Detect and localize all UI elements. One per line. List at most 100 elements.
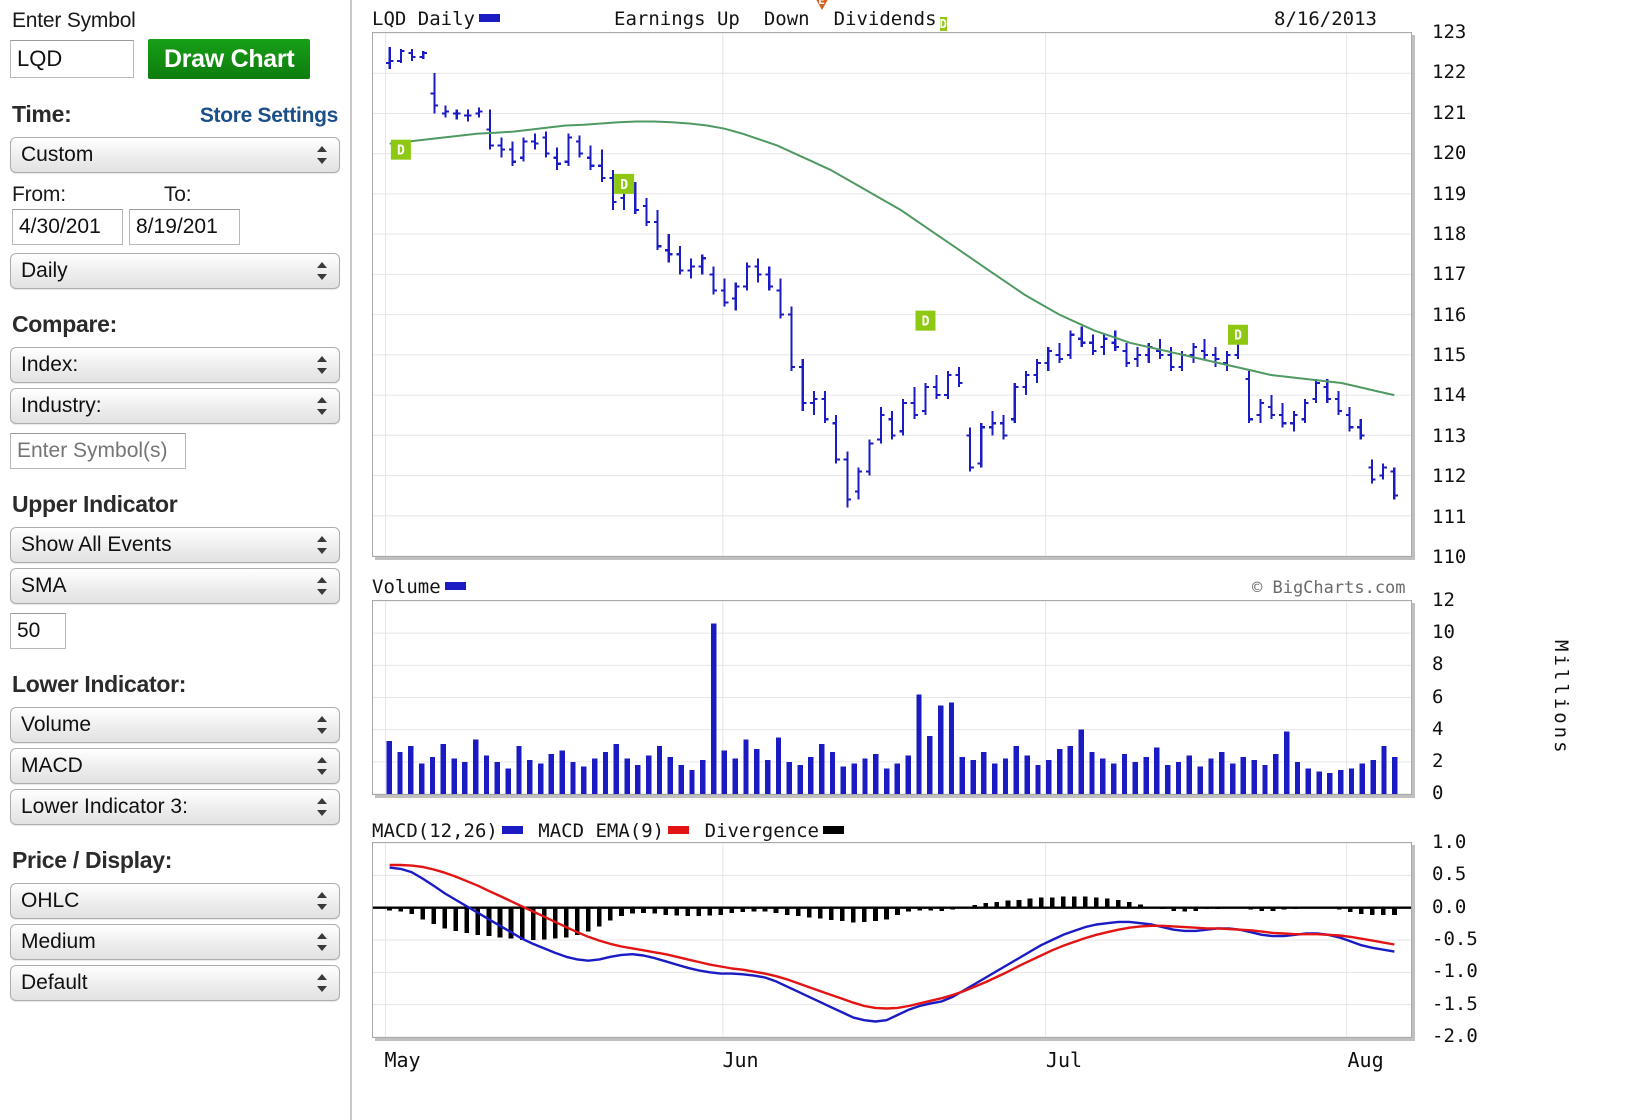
earnings-up-icon: E xyxy=(742,10,761,48)
chart-date: 8/16/2013 xyxy=(1274,8,1377,30)
divergence-swatch xyxy=(822,826,844,834)
fromto-inputs xyxy=(12,209,340,245)
upper-ma-select[interactable]: SMA xyxy=(10,568,340,604)
volume-panel-title: Volume xyxy=(372,576,441,598)
price-display-heading: Price / Display: xyxy=(12,847,173,873)
lower-indicator-1-value: Volume xyxy=(21,713,92,736)
chart-style-select[interactable]: Default xyxy=(10,965,340,1001)
volume-axis-title: Millions xyxy=(1550,640,1572,756)
svg-text:D: D xyxy=(397,144,405,159)
price-y-axis: 110 111 112 113 114 115 116 117 118 119 120 121 122 1… xyxy=(1432,21,1502,568)
time-section-header: Time: Store Settings xyxy=(12,101,338,128)
chevron-updown-icon xyxy=(317,972,328,994)
earnings-down-label: Down xyxy=(763,8,810,30)
upper-events-select[interactable]: Show All Events xyxy=(10,527,340,563)
lower-indicator-2-value: MACD xyxy=(21,754,83,777)
axis-tick-label: 0 xyxy=(1432,782,1444,804)
axis-tick-label: 2 xyxy=(1432,749,1444,772)
volume-series-swatch xyxy=(444,582,466,590)
compare-heading: Compare: xyxy=(12,311,117,337)
price-panel-title: LQD Daily xyxy=(372,8,475,30)
chart-size-select[interactable]: Medium xyxy=(10,924,340,960)
svg-text:D: D xyxy=(1234,329,1242,344)
time-range-select[interactable]: Custom xyxy=(10,137,340,173)
axis-tick-label: -2.0 xyxy=(1432,1025,1478,1047)
frequency-select[interactable]: Daily xyxy=(10,253,340,289)
settings-sidebar: Enter Symbol Draw Chart Time: Store Sett… xyxy=(0,0,352,1120)
divergence-label: Divergence xyxy=(704,820,819,842)
frequency-value: Daily xyxy=(21,259,68,282)
compare-industry-select[interactable]: Industry: xyxy=(10,388,340,424)
lower-indicator-1-select[interactable]: Volume xyxy=(10,707,340,743)
earnings-down-icon: E xyxy=(812,0,831,32)
axis-tick-label: 121 xyxy=(1432,101,1467,124)
chevron-updown-icon xyxy=(317,714,328,736)
price-panel-header: LQD Daily xyxy=(372,8,504,30)
axis-tick-label: 113 xyxy=(1432,424,1467,447)
axis-tick-label: 12 xyxy=(1432,589,1455,611)
draw-chart-button[interactable]: Draw Chart xyxy=(148,39,311,79)
axis-tick-label: 1.0 xyxy=(1432,831,1467,853)
lower-indicator-2-select[interactable]: MACD xyxy=(10,748,340,784)
dividend-icon: D xyxy=(939,11,947,33)
chart-style-value: Default xyxy=(21,971,88,994)
earnings-down-glyph: E xyxy=(818,0,825,7)
axis-tick-label: 122 xyxy=(1432,61,1467,84)
volume-y-axis: 0 2 4 6 8 10 12 xyxy=(1432,589,1502,804)
to-date-input[interactable] xyxy=(129,209,240,245)
to-label: To: xyxy=(164,183,192,206)
volume-panel-header: Volume xyxy=(372,576,470,598)
lower-indicator-3-value: Lower Indicator 3: xyxy=(21,795,188,818)
axis-tick-label: 117 xyxy=(1432,263,1467,286)
price-type-select[interactable]: OHLC xyxy=(10,883,340,919)
price-plot[interactable]: D D D D xyxy=(372,32,1412,557)
lower-indicator-3-select[interactable]: Lower Indicator 3: xyxy=(10,789,340,825)
symbol-row: Draw Chart xyxy=(10,39,340,79)
fromto-labels: From: To: xyxy=(12,183,340,207)
chevron-updown-icon xyxy=(317,395,328,417)
price-series-swatch xyxy=(478,14,500,22)
earnings-up-label: Earnings Up xyxy=(614,8,740,30)
chevron-updown-icon xyxy=(317,931,328,953)
x-axis-tick-label: Jun xyxy=(722,1048,759,1072)
chevron-updown-icon xyxy=(317,260,328,282)
compare-index-value: Index: xyxy=(21,353,79,376)
dividends-label: Dividends xyxy=(833,8,937,30)
axis-tick-label: 110 xyxy=(1432,546,1467,568)
axis-tick-label: 10 xyxy=(1432,621,1455,644)
earnings-up-glyph: E xyxy=(748,14,756,27)
macd-plot[interactable] xyxy=(372,842,1412,1038)
macd-ema-label: MACD EMA(9) xyxy=(538,820,665,842)
store-settings-link[interactable]: Store Settings xyxy=(200,104,338,128)
axis-tick-label: -0.5 xyxy=(1432,928,1478,950)
axis-tick-label: -1.0 xyxy=(1432,960,1478,983)
axis-tick-label: 111 xyxy=(1432,505,1467,528)
macd-y-axis: 1.0 0.5 0.0 -0.5 -1.0 -1.5 -2.0 xyxy=(1432,831,1512,1047)
events-legend: Earnings Up E Down E Dividends D xyxy=(614,0,950,48)
macd-ema-swatch xyxy=(668,826,690,834)
chevron-updown-icon xyxy=(317,575,328,597)
price-type-value: OHLC xyxy=(21,889,80,912)
axis-tick-label: 0.5 xyxy=(1432,863,1467,886)
time-range-value: Custom xyxy=(21,143,94,166)
chevron-updown-icon xyxy=(317,890,328,912)
sma-period-input[interactable] xyxy=(10,613,66,649)
axis-tick-label: 118 xyxy=(1432,222,1467,245)
axis-tick-label: 6 xyxy=(1432,685,1444,708)
chart-area: LQD Daily Earnings Up E Down E Dividends D 8/… xyxy=(354,0,1644,1120)
from-label: From: xyxy=(12,183,66,206)
upper-events-value: Show All Events xyxy=(21,533,172,556)
symbol-input[interactable] xyxy=(10,40,134,78)
compare-industry-value: Industry: xyxy=(21,394,102,417)
from-date-input[interactable] xyxy=(12,209,123,245)
x-axis-tick-label: May xyxy=(384,1048,421,1072)
chevron-updown-icon xyxy=(317,144,328,166)
compare-index-select[interactable]: Index: xyxy=(10,347,340,383)
axis-tick-label: 115 xyxy=(1432,344,1467,367)
volume-plot[interactable] xyxy=(372,600,1412,795)
macd-label: MACD(12,26) xyxy=(372,820,498,842)
axis-tick-label: 119 xyxy=(1432,182,1467,205)
upper-indicator-heading: Upper Indicator xyxy=(12,491,178,517)
lower-indicator-heading: Lower Indicator: xyxy=(12,671,187,697)
compare-symbols-input[interactable] xyxy=(10,433,186,469)
